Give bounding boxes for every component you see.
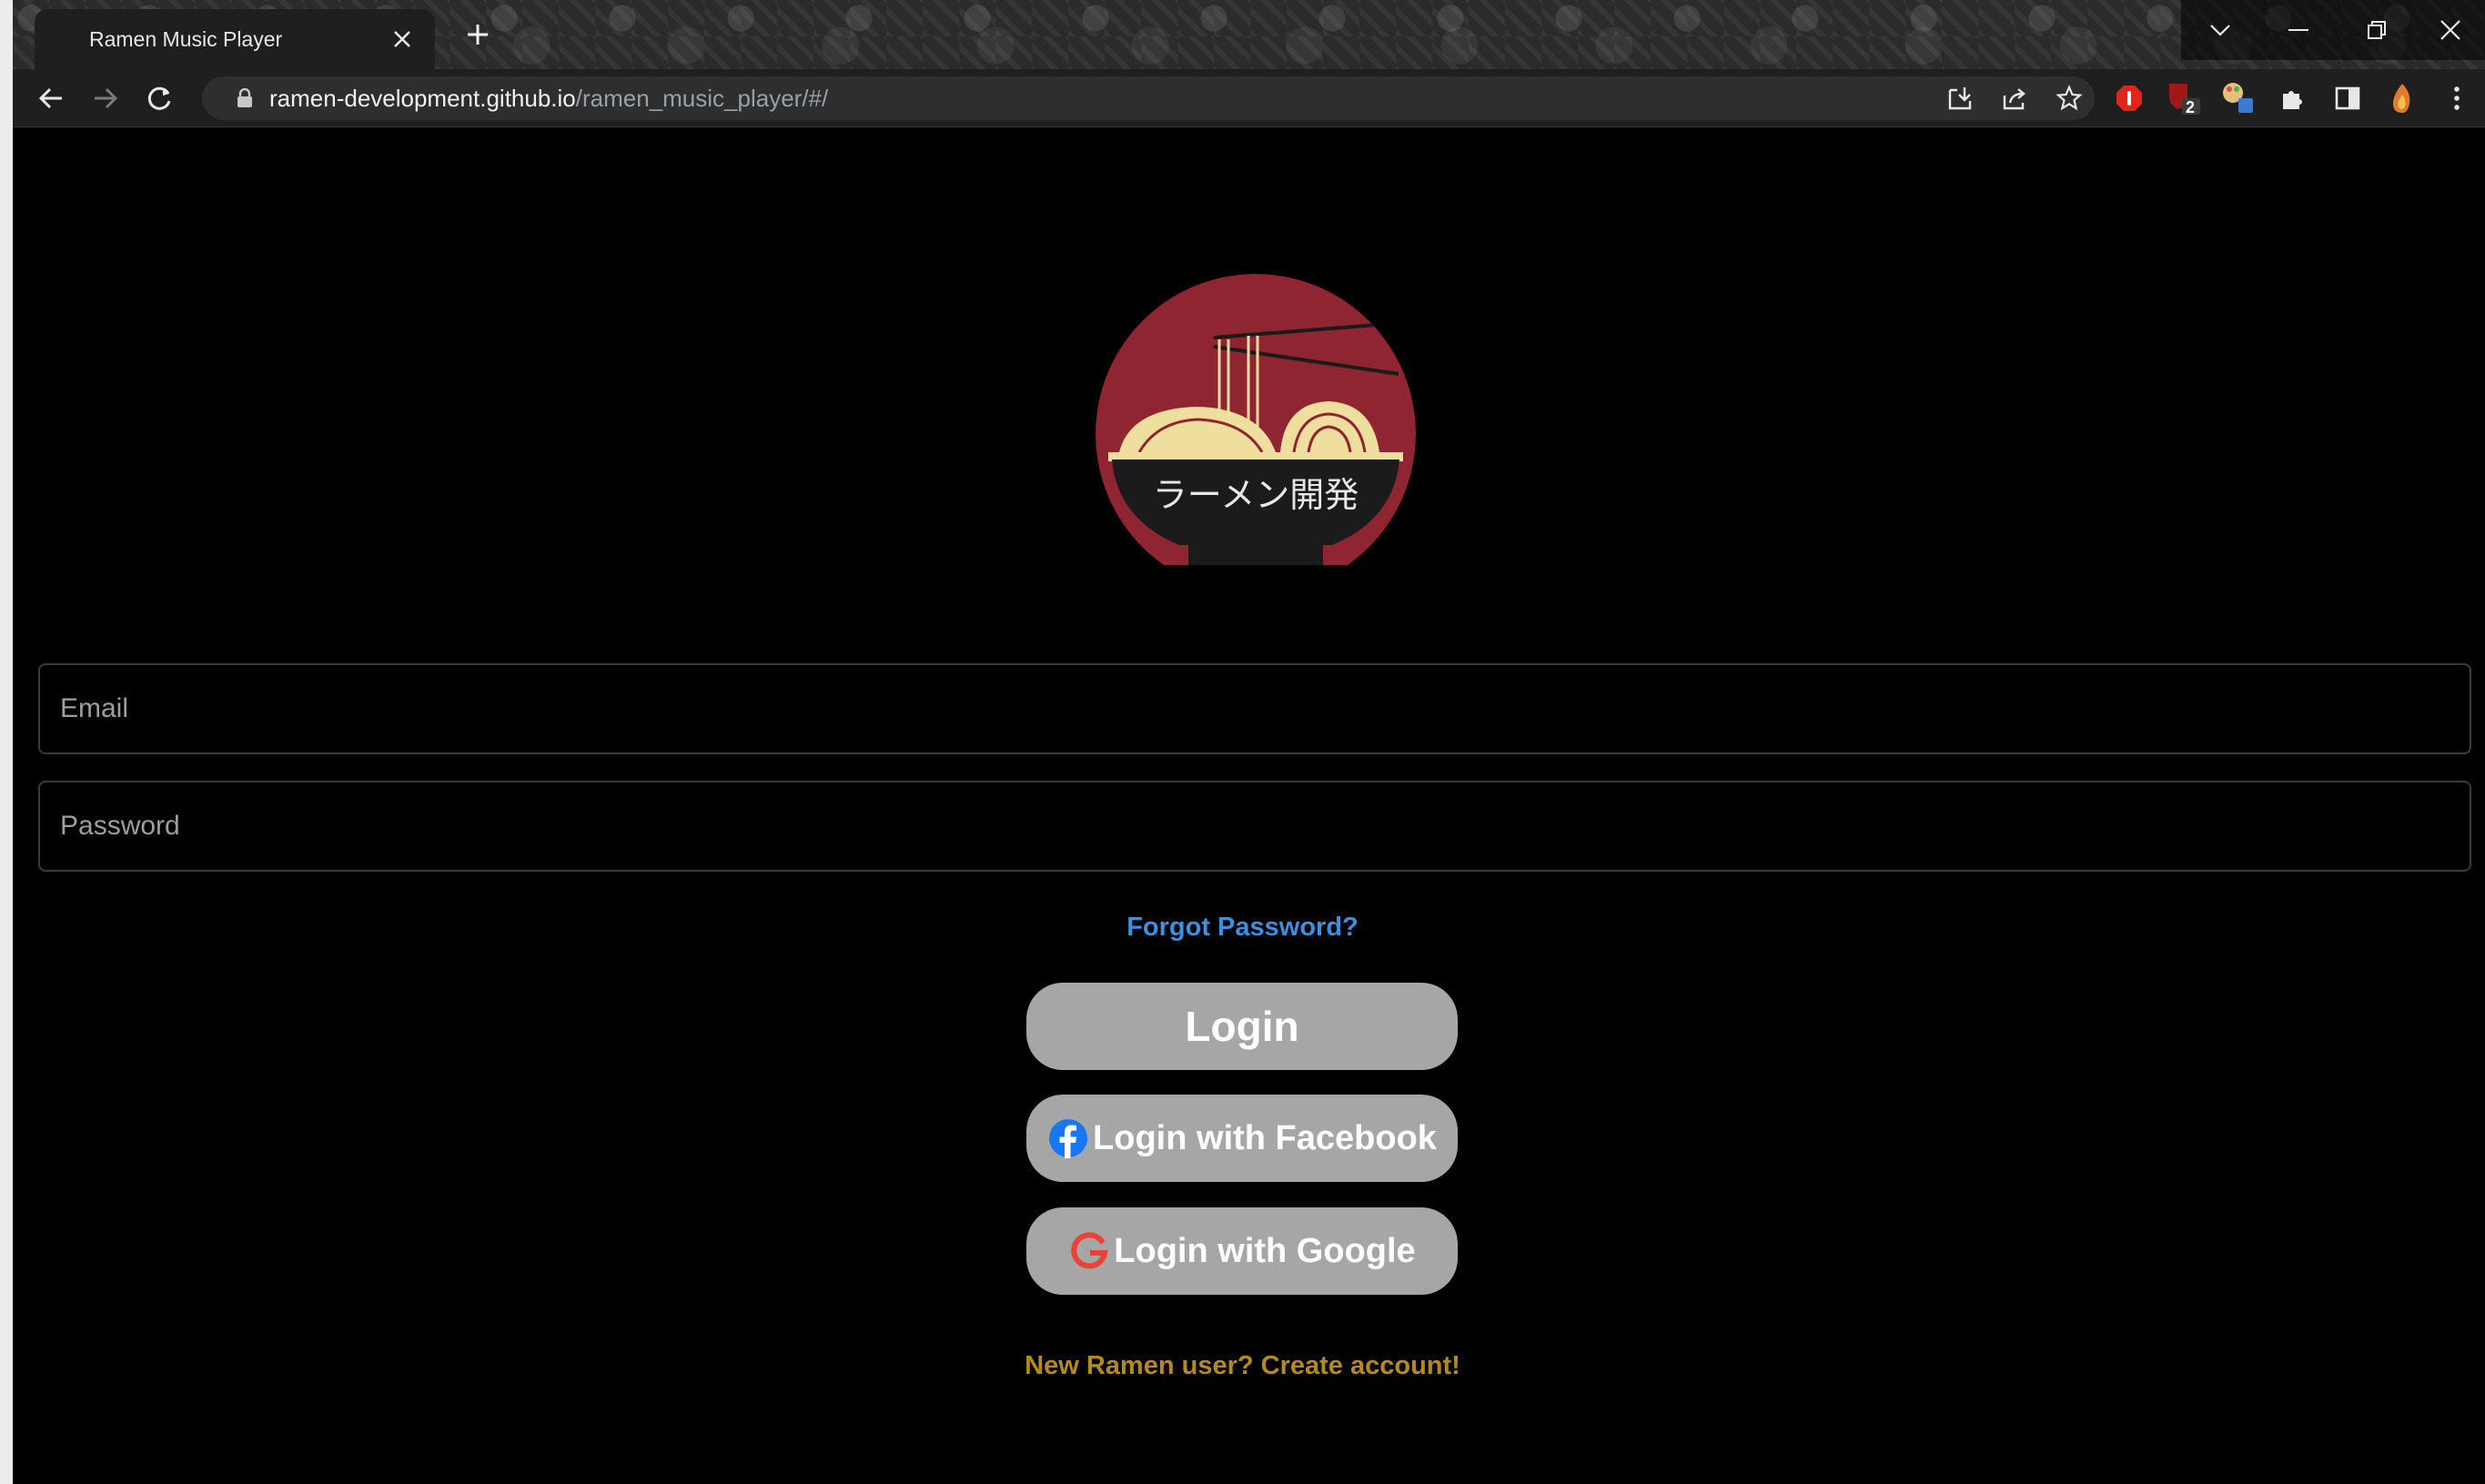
ublock-extension-icon[interactable]: 2 bbox=[2164, 78, 2204, 118]
share-icon[interactable] bbox=[1996, 80, 2033, 116]
ramen-logo: ラーメン開発 bbox=[1096, 274, 1416, 565]
minimize-icon[interactable] bbox=[2259, 0, 2338, 60]
browser-tab[interactable]: Ramen Music Player bbox=[35, 9, 435, 69]
lock-icon[interactable] bbox=[233, 86, 257, 110]
restore-icon[interactable] bbox=[2338, 0, 2416, 60]
close-window-icon[interactable] bbox=[2416, 0, 2485, 60]
close-tab-icon[interactable] bbox=[386, 23, 419, 56]
facebook-button-label: Login with Facebook bbox=[1093, 1118, 1437, 1157]
url-host: ramen-development.github.io bbox=[269, 84, 576, 112]
url-text: ramen-development.github.io/ramen_music_… bbox=[269, 85, 828, 113]
login-button[interactable]: Login bbox=[1026, 983, 1458, 1070]
google-login-button[interactable]: Login with Google bbox=[1026, 1207, 1458, 1295]
side-panel-icon[interactable] bbox=[2328, 78, 2368, 118]
reload-icon[interactable] bbox=[140, 78, 180, 118]
logo-text: ラーメン開発 bbox=[1153, 475, 1359, 515]
adblock-extension-icon[interactable] bbox=[2109, 78, 2149, 118]
forward-icon[interactable] bbox=[86, 78, 126, 118]
facebook-icon bbox=[1047, 1117, 1089, 1159]
password-field[interactable] bbox=[38, 781, 2471, 872]
window-edge bbox=[0, 0, 13, 1484]
menu-kebab-icon[interactable] bbox=[2437, 78, 2477, 118]
browser-toolbar: ramen-development.github.io/ramen_music_… bbox=[13, 69, 2485, 127]
new-tab-icon[interactable] bbox=[460, 16, 496, 53]
url-path: /ramen_music_player/#/ bbox=[575, 84, 829, 112]
create-account-link[interactable]: New Ramen user? Create account! bbox=[0, 1351, 2485, 1381]
facebook-login-button[interactable]: Login with Facebook bbox=[1026, 1095, 1458, 1182]
back-icon[interactable] bbox=[31, 78, 71, 118]
tab-search-icon[interactable] bbox=[2181, 0, 2259, 60]
login-button-label: Login bbox=[1185, 1003, 1299, 1050]
google-icon bbox=[1068, 1230, 1110, 1272]
google-button-label: Login with Google bbox=[1114, 1231, 1416, 1270]
install-app-icon[interactable] bbox=[1942, 80, 1978, 116]
profile-avatar-icon[interactable] bbox=[2382, 78, 2422, 118]
color-picker-extension-icon[interactable] bbox=[2218, 78, 2258, 118]
address-bar[interactable]: ramen-development.github.io/ramen_music_… bbox=[202, 76, 2095, 120]
forgot-password-link[interactable]: Forgot Password? bbox=[0, 913, 2485, 943]
extensions-puzzle-icon[interactable] bbox=[2273, 78, 2313, 118]
extension-badge: 2 bbox=[2186, 98, 2196, 116]
email-field[interactable] bbox=[38, 663, 2471, 754]
bookmark-star-icon[interactable] bbox=[2051, 80, 2087, 116]
tab-title: Ramen Music Player bbox=[89, 26, 283, 51]
